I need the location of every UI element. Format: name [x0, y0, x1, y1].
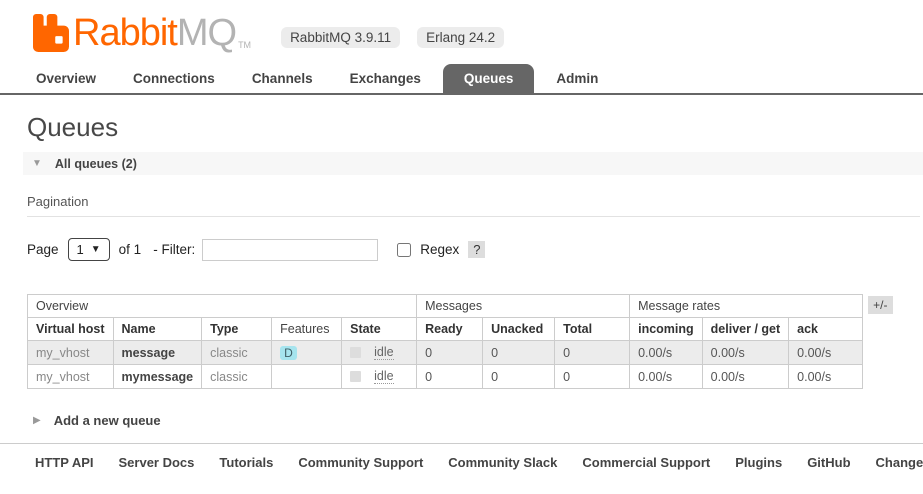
footer-link-tutorials[interactable]: Tutorials	[219, 455, 273, 470]
footer-link-plugins[interactable]: Plugins	[735, 455, 782, 470]
page-select[interactable]: 1 ▼	[68, 238, 110, 261]
cell-vhost: my_vhost	[28, 365, 114, 389]
cell-ack: 0.00/s	[789, 365, 863, 389]
cell-ready: 0	[417, 365, 483, 389]
page-select-value: 1	[77, 242, 84, 257]
chevron-down-icon: ▼	[91, 244, 101, 255]
pagination-heading: Pagination	[27, 194, 920, 217]
footer-link-github[interactable]: GitHub	[807, 455, 850, 470]
filter-label: - Filter:	[153, 242, 195, 257]
footer-link-server-docs[interactable]: Server Docs	[119, 455, 195, 470]
footer-link-commercial-support[interactable]: Commercial Support	[582, 455, 710, 470]
footer-link-community-slack[interactable]: Community Slack	[448, 455, 557, 470]
col-state[interactable]: State	[342, 318, 417, 341]
group-overview: Overview	[28, 295, 417, 318]
logo-trademark: TM	[238, 40, 251, 50]
tab-channels[interactable]: Channels	[237, 65, 328, 93]
cell-deliver-get: 0.00/s	[702, 365, 788, 389]
cell-total: 0	[555, 341, 630, 365]
tab-admin[interactable]: Admin	[541, 65, 613, 93]
rabbitmq-version-badge: RabbitMQ 3.9.11	[281, 27, 400, 48]
cell-type: classic	[202, 341, 272, 365]
durable-feature-badge: D	[280, 346, 297, 360]
cell-unacked: 0	[483, 341, 555, 365]
footer-link-http-api[interactable]: HTTP API	[35, 455, 94, 470]
add-queue-toggle[interactable]: ▶ Add a new queue	[27, 413, 923, 428]
all-queues-label: All queues (2)	[55, 157, 137, 171]
footer-link-community-support[interactable]: Community Support	[298, 455, 423, 470]
pagination-controls: Page 1 ▼ of 1 - Filter: Regex ?	[27, 238, 923, 261]
tab-overview[interactable]: Overview	[21, 65, 111, 93]
col-ack[interactable]: ack	[789, 318, 863, 341]
col-name[interactable]: Name	[113, 318, 202, 341]
toggle-columns-button[interactable]: +/-	[868, 296, 892, 314]
cell-unacked: 0	[483, 365, 555, 389]
header: RabbitMQ TM RabbitMQ 3.9.11 Erlang 24.2	[0, 0, 923, 53]
all-queues-toggle[interactable]: ▼ All queues (2)	[23, 152, 923, 175]
regex-label: Regex	[420, 242, 459, 257]
tab-exchanges[interactable]: Exchanges	[335, 65, 436, 93]
footer-link-changelog[interactable]: Changelog	[876, 455, 923, 470]
group-messages: Messages	[417, 295, 630, 318]
tab-bar: Overview Connections Channels Exchanges …	[0, 64, 923, 95]
table-group-header-row: Overview Messages Message rates	[28, 295, 863, 318]
cell-total: 0	[555, 365, 630, 389]
queues-table: Overview Messages Message rates Virtual …	[27, 294, 863, 389]
col-incoming[interactable]: incoming	[630, 318, 703, 341]
regex-checkbox[interactable]	[397, 243, 411, 257]
table-row: my_vhost message classic D idle 0 0 0 0.…	[28, 341, 863, 365]
cell-deliver-get: 0.00/s	[702, 341, 788, 365]
col-features: Features	[272, 318, 342, 341]
erlang-version-badge: Erlang 24.2	[417, 27, 504, 48]
col-virtual-host[interactable]: Virtual host	[28, 318, 114, 341]
cell-ack: 0.00/s	[789, 341, 863, 365]
main-content: Queues ▼ All queues (2) Pagination Page …	[0, 112, 923, 428]
col-total[interactable]: Total	[555, 318, 630, 341]
filter-input[interactable]	[202, 239, 378, 261]
col-type[interactable]: Type	[202, 318, 272, 341]
logo-text-primary: Rabbit	[73, 12, 177, 54]
cell-incoming: 0.00/s	[630, 365, 703, 389]
table-header-row: Virtual host Name Type Features State Re…	[28, 318, 863, 341]
cell-ready: 0	[417, 341, 483, 365]
queue-name-link[interactable]: mymessage	[113, 365, 202, 389]
rabbitmq-logo-icon	[33, 13, 69, 53]
footer: HTTP API Server Docs Tutorials Community…	[0, 443, 923, 470]
col-unacked[interactable]: Unacked	[483, 318, 555, 341]
cell-type: classic	[202, 365, 272, 389]
state-label: idle	[374, 345, 393, 360]
state-indicator-icon	[350, 371, 361, 382]
page-count-label: of 1	[119, 242, 142, 257]
page-title: Queues	[27, 112, 923, 143]
logo-text-secondary: MQ	[177, 12, 236, 54]
chevron-down-icon: ▼	[23, 158, 42, 169]
cell-vhost: my_vhost	[28, 341, 114, 365]
state-label: idle	[374, 369, 393, 384]
queue-name-link[interactable]: message	[113, 341, 202, 365]
table-row: my_vhost mymessage classic idle 0 0 0 0.…	[28, 365, 863, 389]
page-label: Page	[27, 242, 59, 257]
group-message-rates: Message rates	[630, 295, 863, 318]
col-deliver-get[interactable]: deliver / get	[702, 318, 788, 341]
col-ready[interactable]: Ready	[417, 318, 483, 341]
tab-connections[interactable]: Connections	[118, 65, 230, 93]
rabbitmq-logo-text: RabbitMQ	[73, 13, 236, 53]
chevron-right-icon: ▶	[33, 415, 41, 426]
cell-incoming: 0.00/s	[630, 341, 703, 365]
tab-queues[interactable]: Queues	[443, 64, 535, 93]
state-indicator-icon	[350, 347, 361, 358]
add-queue-label: Add a new queue	[54, 413, 161, 428]
regex-help-button[interactable]: ?	[468, 241, 485, 258]
